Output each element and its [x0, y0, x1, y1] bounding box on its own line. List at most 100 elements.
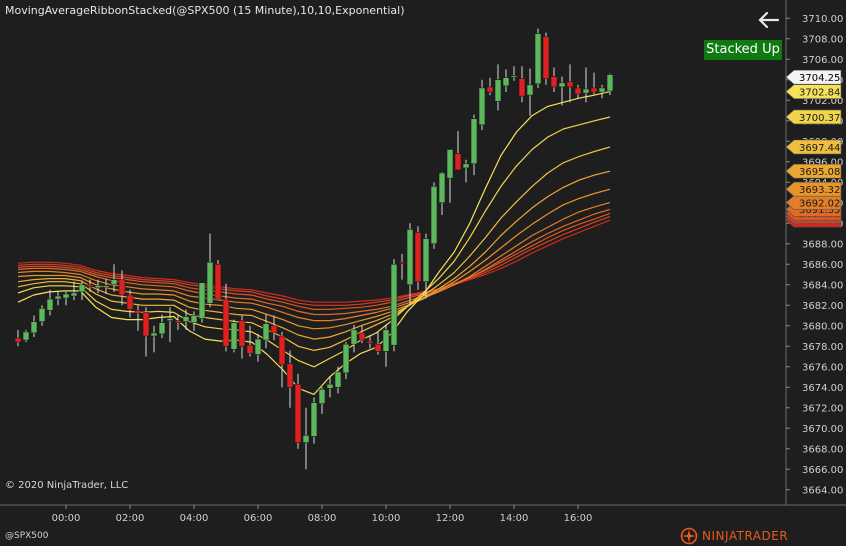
candle-body	[558, 82, 566, 88]
candle	[262, 314, 270, 349]
y-tick-label: 3672.00	[802, 403, 843, 414]
candle	[38, 305, 46, 326]
y-tick-label: 3680.00	[802, 321, 843, 332]
candle-body	[78, 284, 86, 293]
candle-body	[406, 229, 414, 286]
candle-body	[158, 322, 166, 335]
candle-body	[526, 84, 534, 96]
candle-body	[502, 77, 510, 87]
candle-body	[294, 383, 302, 443]
candle	[286, 350, 294, 408]
logo-wordmark: NINJATRADER	[702, 529, 788, 543]
candle-body	[270, 325, 278, 334]
ma-price-label: 3697.44	[785, 139, 842, 155]
candle-body	[310, 402, 318, 437]
candle-body	[566, 81, 574, 88]
candle-body	[534, 33, 542, 85]
candle-body	[198, 282, 206, 319]
candle-body	[462, 163, 470, 169]
candles	[14, 28, 614, 470]
candle-body	[542, 36, 550, 80]
ma-line	[17, 201, 611, 322]
candle	[430, 182, 438, 249]
ma-price-label: 3702.84	[785, 84, 842, 99]
candle-body	[366, 340, 374, 344]
candle	[134, 305, 142, 331]
y-tick-label: 3688.00	[802, 239, 843, 250]
price-flag-text: 3702.84	[799, 87, 840, 98]
candle	[22, 329, 30, 343]
candle	[462, 159, 470, 183]
ma-price-label: 3695.08	[785, 163, 842, 179]
x-tick-label: 12:00	[436, 513, 465, 524]
candle-body	[230, 322, 238, 350]
candle	[518, 66, 526, 103]
candle-body	[414, 232, 422, 282]
candle	[198, 282, 206, 323]
candle-body	[590, 87, 598, 93]
candle-body	[598, 87, 606, 93]
candle-body	[142, 312, 150, 337]
y-tick-label: 3708.00	[802, 34, 843, 45]
candle-body	[118, 279, 126, 296]
arrow-left-icon[interactable]	[756, 8, 782, 32]
candle-body	[286, 363, 294, 388]
copyright-text: © 2020 NinjaTrader, LLC	[5, 480, 129, 491]
candle	[270, 315, 278, 341]
y-tick-label: 3686.00	[802, 260, 843, 271]
candle	[150, 325, 158, 353]
candle	[254, 333, 262, 362]
candle-body	[510, 75, 518, 78]
price-flag-text: 3692.02	[799, 198, 840, 209]
candle-body	[390, 263, 398, 346]
candle-body	[358, 332, 366, 341]
ma-price-label: 3700.37	[785, 109, 842, 125]
candle	[566, 64, 574, 103]
candle-body	[70, 292, 78, 297]
candle	[470, 114, 478, 176]
ma-price-label: 3693.32	[785, 181, 842, 197]
price-labels: 3690.313690.653690.963691.353692.023693.…	[785, 69, 842, 228]
chart-window: { "title": "MovingAverageRibbonStacked(@…	[0, 0, 846, 546]
candle-body	[398, 261, 406, 265]
candle-body	[334, 371, 342, 388]
price-flag-text: 3704.25	[799, 73, 840, 84]
candle-body	[222, 298, 230, 347]
candle-body	[478, 87, 486, 126]
candle-body	[446, 149, 454, 179]
ninjatrader-logo-icon	[680, 527, 698, 545]
y-tick-label: 3674.00	[802, 383, 843, 394]
candle-body	[302, 435, 310, 443]
y-tick-label: 3666.00	[802, 465, 843, 476]
ma-ribbon	[17, 91, 611, 395]
candle	[222, 283, 230, 352]
candle	[238, 315, 246, 359]
y-tick-label: 3668.00	[802, 444, 843, 455]
candle-body	[470, 118, 478, 165]
ma-line	[17, 212, 611, 310]
candle-body	[62, 293, 70, 299]
y-tick-label: 3678.00	[802, 342, 843, 353]
candle-body	[94, 285, 102, 289]
candle-body	[454, 153, 462, 171]
candle-body	[54, 295, 62, 300]
candle	[598, 84, 606, 99]
x-tick-label: 10:00	[372, 513, 401, 524]
candle-body	[166, 318, 174, 321]
chart-canvas[interactable]: 3664.00 3666.00 3668.00 3670.00 3672.00 3674.…	[0, 0, 846, 546]
candle-body	[174, 320, 182, 323]
y-tick-label: 3710.00	[802, 14, 843, 25]
indicator-title: MovingAverageRibbonStacked(@SPX500 (15 M…	[5, 4, 405, 17]
candle-body	[110, 279, 118, 286]
candle	[390, 259, 398, 352]
candle	[182, 309, 190, 330]
candle	[14, 329, 22, 347]
price-flag-text: 3695.08	[799, 167, 840, 178]
candle-body	[14, 337, 22, 343]
candle	[438, 172, 446, 216]
logo-prefix: NINJA	[702, 529, 737, 543]
candle	[46, 289, 54, 316]
y-tick-label: 3670.00	[802, 424, 843, 435]
candle	[534, 28, 542, 88]
candle-body	[102, 285, 110, 288]
